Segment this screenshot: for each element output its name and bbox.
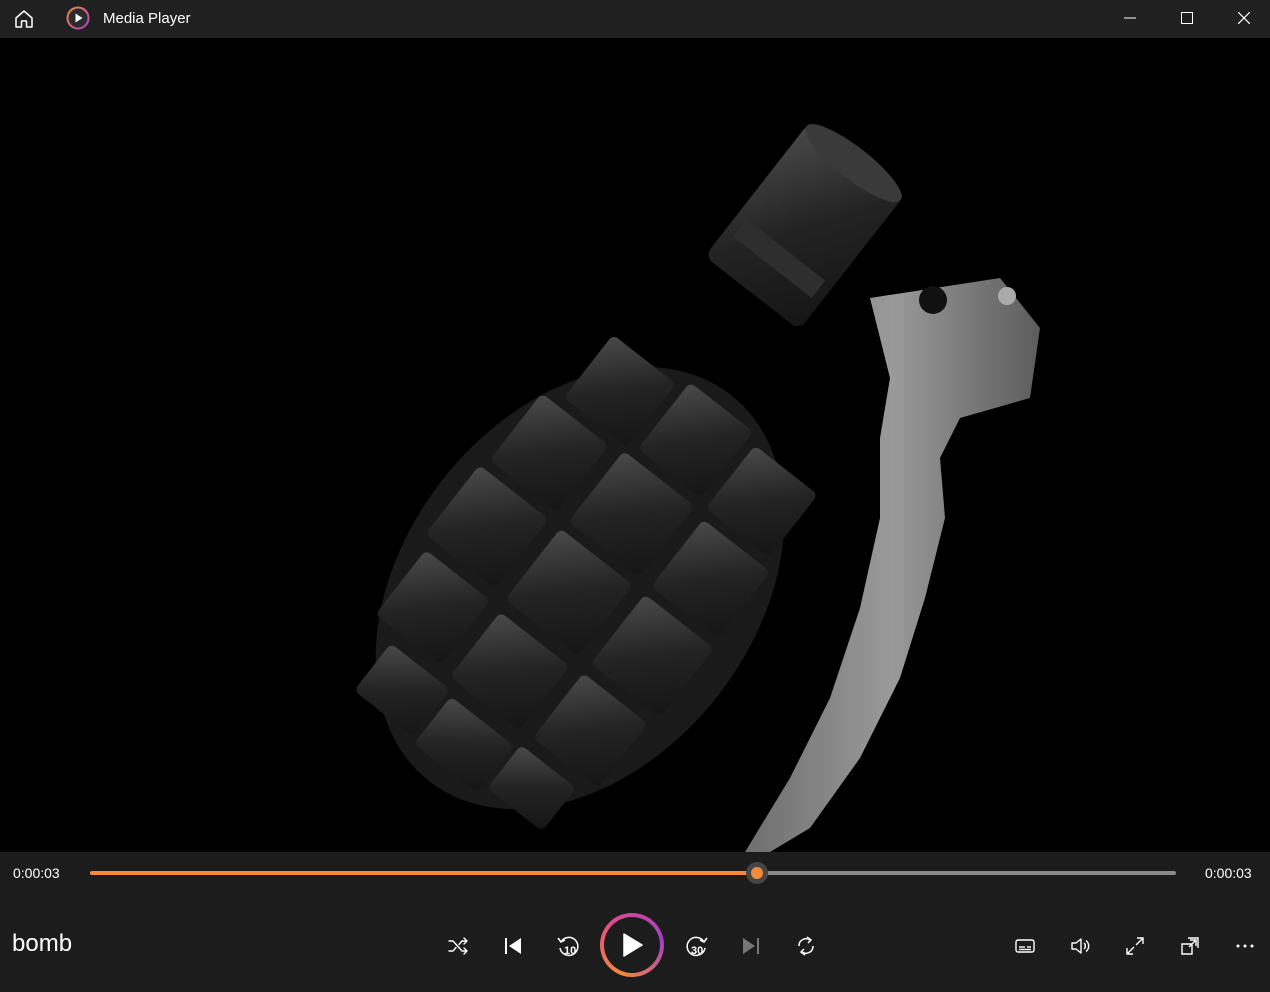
rewind-10-button[interactable]: 10 — [548, 926, 588, 966]
maximize-icon — [1181, 12, 1193, 24]
mini-player-button[interactable] — [1170, 926, 1210, 966]
volume-button[interactable] — [1060, 926, 1100, 966]
maximize-button[interactable] — [1159, 0, 1215, 36]
play-button[interactable] — [600, 913, 664, 977]
rewind-10-icon: 10 — [557, 936, 579, 957]
video-frame-grenade — [356, 124, 1040, 852]
captions-icon — [1015, 939, 1035, 953]
seek-bar-thumb[interactable] — [745, 862, 768, 884]
forward-30-button[interactable]: 30 — [677, 926, 717, 966]
seek-bar-progress — [90, 871, 757, 875]
home-button[interactable] — [10, 5, 38, 33]
current-time: 0:00:03 — [13, 865, 60, 881]
repeat-icon — [798, 936, 814, 956]
next-icon — [743, 938, 759, 954]
media-player-logo — [66, 6, 90, 30]
seek-bar[interactable] — [90, 862, 1176, 884]
volume-icon — [1071, 938, 1090, 954]
minimize-button[interactable] — [1102, 0, 1158, 36]
previous-icon — [505, 938, 521, 954]
more-button[interactable] — [1225, 926, 1265, 966]
forward-30-icon: 30 — [686, 936, 708, 957]
total-time: 0:00:03 — [1205, 865, 1252, 881]
shuffle-icon — [448, 937, 468, 955]
repeat-button[interactable] — [786, 926, 826, 966]
shuffle-button[interactable] — [438, 926, 478, 966]
home-icon — [15, 10, 33, 28]
fullscreen-icon — [1126, 937, 1144, 955]
close-icon — [1238, 12, 1250, 24]
rewind-10-label: 10 — [564, 945, 576, 957]
title-bar: Media Player — [0, 0, 1270, 38]
minimize-icon — [1124, 17, 1136, 19]
close-button[interactable] — [1216, 0, 1270, 36]
captions-button[interactable] — [1005, 926, 1045, 966]
window-title: Media Player — [103, 10, 191, 27]
mini-player-icon — [1181, 937, 1199, 955]
play-icon — [623, 933, 643, 957]
previous-button[interactable] — [493, 926, 533, 966]
next-button[interactable] — [731, 926, 771, 966]
video-area[interactable] — [0, 38, 1270, 852]
more-icon — [1236, 944, 1254, 948]
track-title: bomb — [12, 930, 73, 957]
transport-controls: 0:00:03 0:00:03 bomb 10 30 — [0, 852, 1270, 992]
fullscreen-button[interactable] — [1115, 926, 1155, 966]
forward-30-label: 30 — [691, 945, 703, 957]
